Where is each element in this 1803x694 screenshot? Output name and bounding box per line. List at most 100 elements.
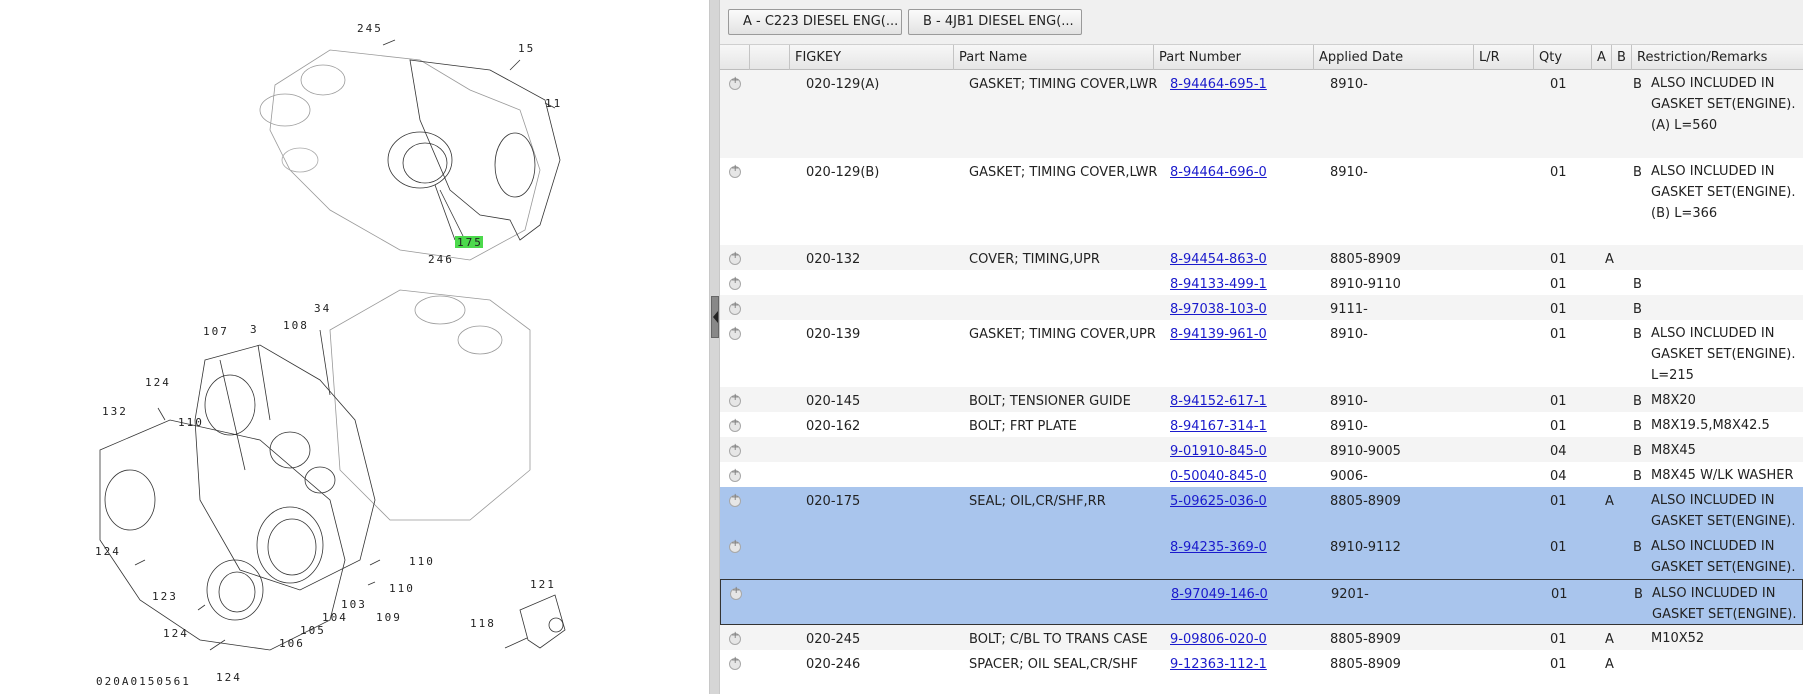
cell-name: COVER; TIMING,UPR — [969, 252, 1100, 267]
cell-part[interactable]: 5-09625-036-0 — [1170, 494, 1267, 509]
cell-b: B — [1633, 444, 1642, 459]
expand-row-icon[interactable] — [729, 325, 741, 340]
cell-part[interactable]: 0-50040-845-0 — [1170, 469, 1267, 484]
table-row[interactable]: 020-145 BOLT; TENSIONER GUIDE 8-94152-617-… — [720, 387, 1803, 412]
svg-text:124: 124 — [145, 376, 171, 389]
expand-row-icon[interactable] — [730, 585, 742, 600]
cell-b: B — [1633, 277, 1642, 292]
table-row[interactable]: 020-175 SEAL; OIL,CR/SHF,RR 5-09625-036-0 8… — [720, 487, 1803, 533]
expand-row-icon[interactable] — [729, 467, 741, 482]
table-row[interactable]: 020-139 GASKET; TIMING COVER,UPR 8-94139-9… — [720, 320, 1803, 387]
collapse-left-icon — [713, 311, 718, 323]
header-part-number[interactable]: Part Number — [1154, 45, 1314, 70]
expand-row-icon[interactable] — [729, 163, 741, 178]
tab-model-b[interactable]: B - 4JB1 DIESEL ENG(... — [908, 9, 1082, 35]
parts-list-pane: A - C223 DIESEL ENG(... B - 4JB1 DIESEL … — [720, 0, 1803, 694]
model-tab-bar: A - C223 DIESEL ENG(... B - 4JB1 DIESEL … — [720, 0, 1803, 45]
table-row[interactable]: 8-94133-499-1 8910-9110 01 B — [720, 270, 1803, 295]
cell-qty: 01 — [1550, 632, 1567, 647]
cell-part[interactable]: 8-97049-146-0 — [1171, 587, 1268, 602]
header-a[interactable]: A — [1592, 45, 1612, 70]
cell-date: 8910- — [1330, 394, 1368, 409]
header-part-name[interactable]: Part Name — [954, 45, 1154, 70]
cell-figkey: 020-175 — [806, 494, 861, 509]
table-row[interactable]: 8-97038-103-0 9111- 01 B — [720, 295, 1803, 320]
cell-qty: 01 — [1550, 302, 1567, 317]
collapse-handle[interactable] — [711, 296, 719, 338]
cell-part[interactable]: 8-94133-499-1 — [1170, 277, 1267, 292]
table-row[interactable]: 020-129(B) GASKET; TIMING COVER,LWR 8-9446… — [720, 158, 1803, 245]
svg-text:124: 124 — [163, 627, 189, 640]
tab-model-a[interactable]: A - C223 DIESEL ENG(... — [728, 9, 902, 35]
expand-row-icon[interactable] — [729, 275, 741, 290]
expand-row-icon[interactable] — [729, 442, 741, 457]
header-qty[interactable]: Qty — [1534, 45, 1592, 70]
cell-date: 9201- — [1331, 587, 1369, 602]
table-row[interactable]: 0-50040-845-0 9006- 04 B M8X45 W/LK WASHER — [720, 462, 1803, 487]
header-remarks[interactable]: Restriction/Remarks — [1632, 45, 1803, 70]
cell-remarks: M8X45 — [1651, 443, 1696, 458]
cell-qty: 01 — [1550, 494, 1567, 509]
expand-row-icon[interactable] — [729, 392, 741, 407]
cell-part[interactable]: 9-09806-020-0 — [1170, 632, 1267, 647]
cell-figkey: 020-246 — [806, 657, 861, 672]
header-b[interactable]: B — [1612, 45, 1632, 70]
svg-text:175: 175 — [457, 236, 483, 249]
cell-remarks: ALSO INCLUDED IN GASKET SET(ENGINE). — [1651, 493, 1796, 529]
cell-a: A — [1605, 657, 1614, 672]
expand-row-icon[interactable] — [729, 538, 741, 553]
table-row[interactable]: 9-01910-845-0 8910-9005 04 B M8X45 — [720, 437, 1803, 462]
expand-row-icon[interactable] — [729, 75, 741, 90]
cell-qty: 01 — [1550, 419, 1567, 434]
cell-figkey: 020-162 — [806, 419, 861, 434]
cell-part[interactable]: 9-12363-112-1 — [1170, 657, 1267, 672]
cell-date: 8910- — [1330, 77, 1368, 92]
cell-part[interactable]: 8-94464-696-0 — [1170, 165, 1267, 180]
svg-text:104: 104 — [322, 611, 348, 624]
svg-text:123: 123 — [152, 590, 178, 603]
header-applied-date[interactable]: Applied Date — [1314, 45, 1474, 70]
expand-row-icon[interactable] — [729, 492, 741, 507]
cell-part[interactable]: 8-94152-617-1 — [1170, 394, 1267, 409]
diagram-callouts: 245 15 11 175 246 34 107 3 108 124 132 1… — [95, 22, 560, 688]
cell-date: 8805-8909 — [1330, 494, 1401, 509]
table-row[interactable]: 020-245 BOLT; C/BL TO TRANS CASE 9-09806-0… — [720, 625, 1803, 650]
header-figkey[interactable]: FIGKEY — [790, 45, 954, 70]
cell-part[interactable]: 8-94235-369-0 — [1170, 540, 1267, 555]
table-row[interactable]: 020-132 COVER; TIMING,UPR 8-94454-863-0 880… — [720, 245, 1803, 270]
svg-text:124: 124 — [216, 671, 242, 684]
cell-part[interactable]: 8-94139-961-0 — [1170, 327, 1267, 342]
cell-b: B — [1633, 540, 1642, 555]
table-row[interactable]: 020-129(A) GASKET; TIMING COVER,LWR 8-9446… — [720, 70, 1803, 158]
cell-part[interactable]: 8-94167-314-1 — [1170, 419, 1267, 434]
cell-part[interactable]: 8-97038-103-0 — [1170, 302, 1267, 317]
table-row[interactable]: 020-162 BOLT; FRT PLATE 8-94167-314-1 8910-… — [720, 412, 1803, 454]
cell-qty: 01 — [1550, 394, 1567, 409]
table-row[interactable]: 8-97049-146-0 9201- 01 B ALSO INCLUDED IN GA… — [720, 579, 1803, 625]
svg-text:246: 246 — [428, 253, 454, 266]
cell-part[interactable]: 8-94454-863-0 — [1170, 252, 1267, 267]
cell-b: B — [1633, 469, 1642, 484]
svg-text:109: 109 — [376, 611, 402, 624]
expand-row-icon[interactable] — [729, 250, 741, 265]
svg-text:020A0150561: 020A0150561 — [96, 675, 191, 688]
svg-text:105: 105 — [300, 624, 326, 637]
pane-splitter[interactable] — [709, 0, 720, 694]
expand-row-icon[interactable] — [729, 417, 741, 432]
expand-row-icon[interactable] — [729, 655, 741, 670]
cell-name: BOLT; C/BL TO TRANS CASE — [969, 632, 1148, 647]
expand-row-icon[interactable] — [729, 630, 741, 645]
cell-name: BOLT; FRT PLATE — [969, 419, 1077, 434]
cell-date: 8910- — [1330, 165, 1368, 180]
cell-qty: 01 — [1550, 77, 1567, 92]
svg-text:34: 34 — [314, 302, 331, 315]
cell-part[interactable]: 9-01910-845-0 — [1170, 444, 1267, 459]
expand-row-icon[interactable] — [729, 300, 741, 315]
cell-name: SEAL; OIL,CR/SHF,RR — [969, 494, 1106, 509]
table-row[interactable]: 8-94235-369-0 8910-9112 01 B ALSO INCLUDED I… — [720, 533, 1803, 579]
header-lr[interactable]: L/R — [1474, 45, 1534, 70]
table-row[interactable]: 020-246 SPACER; OIL SEAL,CR/SHF 9-12363-11… — [720, 650, 1803, 675]
cell-b: B — [1634, 587, 1643, 602]
cell-part[interactable]: 8-94464-695-1 — [1170, 77, 1267, 92]
cell-date: 9006- — [1330, 469, 1368, 484]
